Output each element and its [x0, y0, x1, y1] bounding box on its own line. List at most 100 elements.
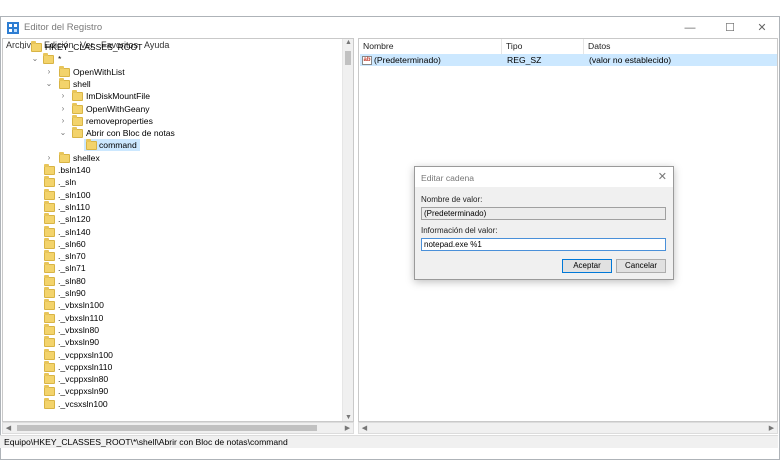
tree-item-command[interactable]: command — [3, 139, 343, 151]
chevron-down-icon[interactable]: ⌄ — [19, 41, 27, 53]
tree-item[interactable]: ._vcppxsln90 — [3, 385, 343, 397]
scroll-thumb[interactable] — [17, 425, 317, 431]
tree-item[interactable]: ._sln — [3, 176, 343, 188]
tree-item[interactable]: ._sln120 — [3, 213, 343, 225]
folder-icon — [44, 311, 55, 323]
tree-item[interactable]: ._sln71 — [3, 262, 343, 274]
tree-label: ._sln140 — [58, 226, 91, 237]
scroll-thumb[interactable] — [345, 51, 351, 65]
tree-item[interactable]: ._sln60 — [3, 237, 343, 250]
tree-item-root[interactable]: ⌄ HKEY_CLASSES_ROOT — [3, 41, 343, 53]
tree-item-openwithlist[interactable]: › OpenWithList — [3, 66, 343, 78]
tree-item[interactable]: ._vbxsln90 — [3, 336, 343, 348]
column-header-name[interactable]: Nombre — [359, 39, 502, 54]
tree-label: command — [99, 140, 137, 150]
tree-label: shellex — [73, 153, 100, 163]
chevron-down-icon[interactable]: ⌄ — [45, 78, 53, 90]
regedit-icon — [7, 22, 19, 34]
tree-horizontal-scrollbar[interactable]: ◀ ▶ — [2, 422, 354, 434]
tree-item[interactable]: ._vcppxsln80 — [3, 373, 343, 385]
folder-icon — [44, 348, 55, 360]
folder-icon — [44, 250, 55, 262]
list-horizontal-scrollbar[interactable]: ◀ ▶ — [358, 422, 778, 434]
dialog-title-bar[interactable]: Editar cadena ✕ — [415, 167, 673, 187]
maximize-button[interactable]: ☐ — [713, 17, 747, 39]
chevron-right-icon[interactable]: › — [59, 115, 67, 127]
folder-icon — [44, 213, 55, 225]
dialog-close-icon[interactable]: ✕ — [658, 170, 667, 183]
key-tree[interactable]: ⌄ HKEY_CLASSES_ROOT ⌄ * › OpenWithList ⌄… — [2, 38, 354, 422]
title-bar[interactable]: Editor del Registro — ☐ ✕ — [1, 17, 779, 39]
scroll-right-icon[interactable]: ▶ — [342, 424, 353, 432]
tree-item[interactable]: ._sln90 — [3, 287, 343, 299]
tree-label: ._vcsxsln100 — [58, 398, 108, 409]
folder-icon — [44, 397, 55, 409]
scroll-left-icon[interactable]: ◀ — [3, 424, 14, 432]
tree-label: ._vbxsln100 — [58, 300, 104, 311]
tree-item[interactable]: .bsln140 — [3, 164, 343, 176]
tree-vertical-scrollbar[interactable]: ▲ ▼ — [342, 39, 353, 421]
edit-string-dialog: Editar cadena ✕ Nombre de valor: (Predet… — [414, 166, 674, 280]
tree-item-imdiskmountfile[interactable]: › ImDiskMountFile — [3, 90, 343, 102]
column-header-data[interactable]: Datos — [584, 39, 777, 54]
tree-item[interactable]: ._vcsxsln100 — [3, 397, 343, 410]
tree-item-removeproperties[interactable]: › removeproperties — [3, 115, 343, 127]
folder-icon — [86, 139, 97, 150]
tree-label: ._vcppxsln110 — [58, 361, 113, 372]
tree-item[interactable]: ._vbxsln110 — [3, 311, 343, 324]
tree-label: ._sln — [58, 177, 77, 188]
tree-label: shell — [73, 79, 91, 89]
tree-item[interactable]: ._vbxsln80 — [3, 323, 343, 336]
chevron-down-icon[interactable]: ⌄ — [31, 53, 39, 65]
tree-item[interactable]: ._sln70 — [3, 250, 343, 262]
folder-icon — [72, 90, 83, 101]
chevron-right-icon[interactable]: › — [45, 152, 53, 164]
chevron-right-icon[interactable]: › — [59, 103, 67, 115]
tree-item[interactable]: ._vcppxsln100 — [3, 348, 343, 361]
folder-icon — [44, 225, 55, 237]
tree-label: removeproperties — [86, 116, 153, 126]
tree-item[interactable]: ._sln80 — [3, 274, 343, 287]
tree-label: OpenWithList — [73, 67, 125, 77]
tree-item-shell[interactable]: ⌄ shell — [3, 78, 343, 90]
folder-icon — [59, 66, 70, 77]
value-name-field: (Predeterminado) — [421, 207, 666, 220]
folder-icon — [44, 164, 55, 175]
scroll-right-icon[interactable]: ▶ — [766, 424, 777, 432]
scroll-up-icon[interactable]: ▲ — [343, 39, 353, 46]
folder-icon — [31, 41, 42, 52]
folder-icon — [43, 53, 54, 64]
tree-item[interactable]: ._sln110 — [3, 200, 343, 213]
tree-item-abrir[interactable]: ⌄ Abrir con Bloc de notas — [3, 127, 343, 139]
folder-icon — [59, 78, 70, 89]
scroll-left-icon[interactable]: ◀ — [359, 424, 370, 432]
tree-item[interactable]: ._sln140 — [3, 225, 343, 238]
close-button[interactable]: ✕ — [745, 17, 779, 39]
value-data-input[interactable] — [421, 238, 666, 251]
folder-icon — [44, 200, 55, 212]
folder-icon — [44, 188, 55, 200]
tree-item-shellex[interactable]: › shellex — [3, 152, 343, 164]
ok-button[interactable]: Aceptar — [562, 259, 612, 273]
tree-label: * — [58, 54, 62, 64]
chevron-down-icon[interactable]: ⌄ — [59, 127, 67, 139]
cancel-button[interactable]: Cancelar — [616, 259, 666, 273]
chevron-right-icon[interactable]: › — [59, 90, 67, 102]
window-title: Editor del Registro — [24, 22, 103, 33]
tree-item-openwithgeany[interactable]: › OpenWithGeany — [3, 103, 343, 115]
tree-item-star[interactable]: ⌄ * — [3, 53, 343, 65]
folder-icon — [44, 287, 55, 298]
tree-label: ._sln120 — [58, 214, 91, 225]
chevron-right-icon[interactable]: › — [45, 66, 53, 78]
column-header-type[interactable]: Tipo — [502, 39, 584, 54]
tree-item[interactable]: ._vcppxsln110 — [3, 360, 343, 373]
minimize-button[interactable]: — — [673, 17, 707, 39]
tree-item[interactable]: ._sln100 — [3, 188, 343, 201]
tree-label: ._vcppxsln100 — [58, 349, 113, 360]
folder-icon — [44, 385, 55, 397]
folder-icon — [44, 176, 55, 188]
tree-label: ._vbxsln110 — [58, 312, 104, 323]
scroll-down-icon[interactable]: ▼ — [343, 414, 353, 421]
tree-item[interactable]: ._vbxsln100 — [3, 299, 343, 311]
folder-icon — [72, 127, 83, 138]
